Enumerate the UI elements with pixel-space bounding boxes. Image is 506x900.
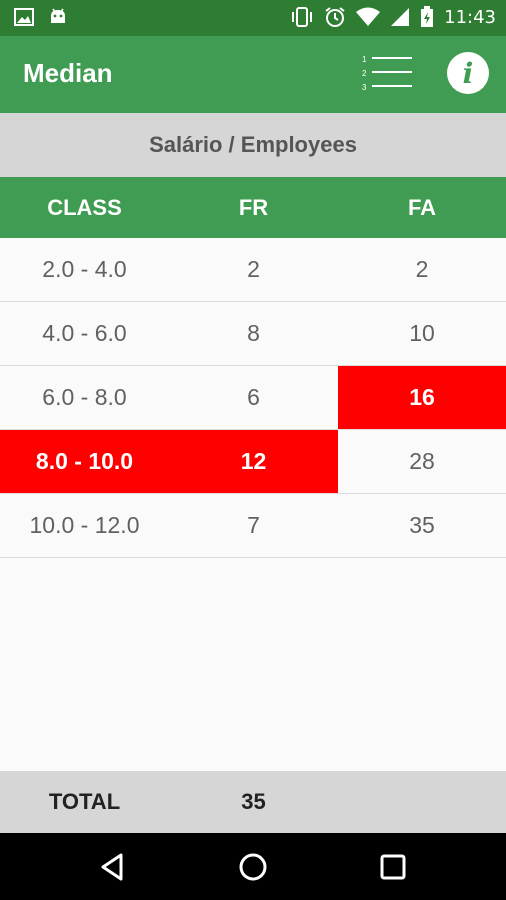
android-icon xyxy=(51,8,65,23)
numbered-list-icon: 1 2 3 xyxy=(362,55,412,92)
home-icon xyxy=(239,853,267,881)
cell-fa-highlighted: 16 xyxy=(338,366,506,429)
header-class: CLASS xyxy=(47,195,122,220)
table-body: 2.0 - 4.0 2 2 4.0 - 6.0 8 10 6.0 - 8.0 6… xyxy=(0,238,506,558)
total-value: 35 xyxy=(241,789,266,814)
cell-fr: 7 xyxy=(247,512,260,538)
wifi-icon xyxy=(356,7,381,26)
table-row: 10.0 - 12.0 7 35 xyxy=(0,494,506,558)
header-fr: FR xyxy=(238,195,269,220)
table-row: 6.0 - 8.0 6 16 xyxy=(0,366,506,430)
table-subtitle-bar: Salário / Employees xyxy=(0,113,506,177)
home-button[interactable] xyxy=(237,851,269,883)
total-bar: TOTAL 35 xyxy=(0,771,506,833)
app-title: Median xyxy=(23,58,113,88)
cell-fr: 8 xyxy=(247,320,260,346)
cell-fr: 2 xyxy=(247,256,260,282)
cell-fa: 35 xyxy=(409,512,435,538)
navigation-bar xyxy=(0,833,506,900)
total-label: TOTAL xyxy=(48,789,121,814)
cell-fa: 28 xyxy=(409,448,435,474)
cell-class: 6.0 - 8.0 xyxy=(42,384,127,410)
numbered-list-button[interactable]: 1 2 3 xyxy=(360,52,416,94)
svg-text:3: 3 xyxy=(362,83,367,92)
header-fa: FA xyxy=(407,195,437,220)
back-icon xyxy=(101,853,123,881)
image-icon xyxy=(14,8,34,26)
status-time: 11:43 xyxy=(444,6,496,28)
recents-button[interactable] xyxy=(377,851,409,883)
table-row: 8.0 - 10.0 12 28 xyxy=(0,430,506,494)
alarm-icon xyxy=(325,7,345,27)
cell-fr: 6 xyxy=(247,384,260,410)
cell-class: 10.0 - 12.0 xyxy=(29,512,140,538)
cell-class: 4.0 - 6.0 xyxy=(42,320,127,346)
recents-icon xyxy=(380,854,406,880)
back-button[interactable] xyxy=(97,851,129,883)
info-button[interactable]: i xyxy=(447,52,489,94)
app-bar: Median 1 2 3 i xyxy=(0,36,506,113)
cell-class-highlighted: 8.0 - 10.0 xyxy=(0,430,169,493)
info-icon: i xyxy=(462,57,474,90)
cell-fa: 10 xyxy=(409,320,435,346)
svg-text:1: 1 xyxy=(362,55,367,64)
table-row: 4.0 - 6.0 8 10 xyxy=(0,302,506,366)
vibrate-icon xyxy=(292,7,313,27)
table-row: 2.0 - 4.0 2 2 xyxy=(0,238,506,302)
status-bar: 11:43 xyxy=(0,0,506,36)
table-subtitle: Salário / Employees xyxy=(149,132,357,157)
cell-fa: 2 xyxy=(415,256,429,282)
table-header: CLASS FR FA xyxy=(0,177,506,238)
cell-class: 2.0 - 4.0 xyxy=(42,256,127,282)
svg-text:2: 2 xyxy=(362,69,367,78)
battery-icon xyxy=(421,6,434,27)
cell-fr-highlighted: 12 xyxy=(169,430,338,493)
signal-icon xyxy=(391,8,410,26)
